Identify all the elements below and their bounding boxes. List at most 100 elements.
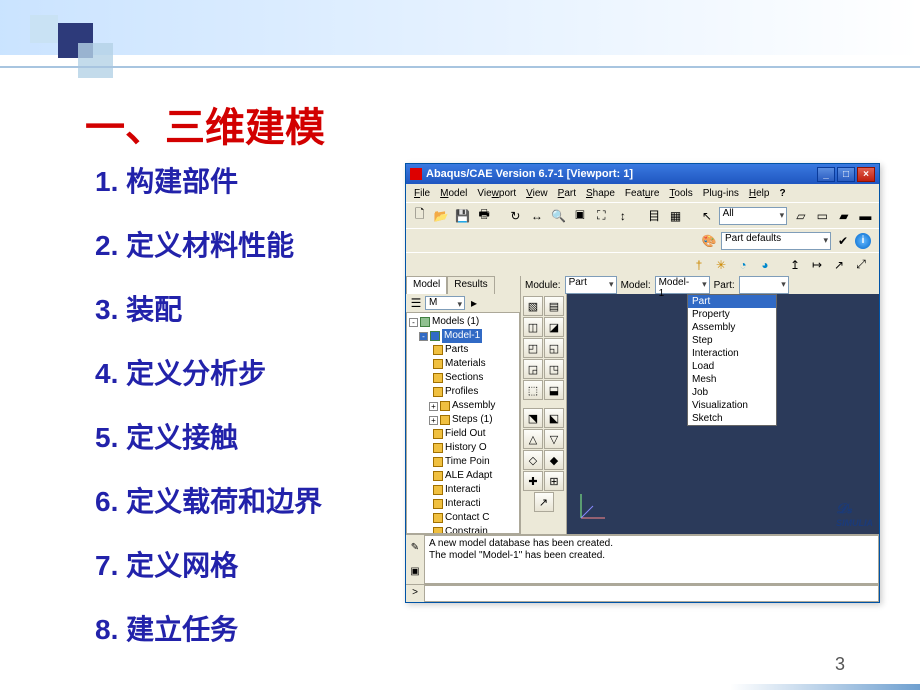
create-part-icon[interactable]: ▧ — [523, 296, 543, 316]
visibility-icon[interactable]: ◔ — [733, 255, 753, 275]
tree-item-label[interactable]: Constrain — [445, 525, 488, 534]
color-mode-select[interactable]: Part defaults — [721, 232, 831, 250]
render-shade2-icon[interactable]: ▬ — [856, 206, 875, 226]
visibility2-icon[interactable]: ◕ — [755, 255, 775, 275]
tab-results[interactable]: Results — [447, 276, 494, 294]
module-option[interactable]: Property — [688, 308, 776, 321]
tree-item-label[interactable]: Contact C — [445, 511, 489, 525]
tool-icon[interactable]: ↗ — [534, 492, 554, 512]
module-option[interactable]: Visualization — [688, 399, 776, 412]
tree-item-label[interactable]: Field Out — [445, 427, 486, 441]
zoom-icon[interactable]: 🔍 — [549, 206, 568, 226]
rotate-icon[interactable]: ↻ — [506, 206, 525, 226]
tool-icon[interactable]: ⬓ — [544, 380, 564, 400]
tree-expander[interactable]: - — [419, 332, 428, 341]
tree-root[interactable]: Models (1) — [432, 315, 479, 329]
selection-filter-select[interactable]: All — [719, 207, 788, 225]
module-option[interactable]: Step — [688, 334, 776, 347]
part-select[interactable] — [739, 276, 789, 294]
tree-item-label[interactable]: Time Poin — [445, 455, 490, 469]
command-input[interactable] — [424, 585, 879, 602]
tool-icon[interactable]: ◰ — [523, 338, 543, 358]
menu-help[interactable]: Help — [745, 187, 774, 200]
module-option[interactable]: Part — [688, 295, 776, 308]
minimize-button[interactable]: _ — [817, 167, 835, 182]
tool-icon[interactable]: △ — [523, 429, 543, 449]
tree-filter-select[interactable]: M — [425, 296, 465, 310]
tool-icon[interactable]: ⊞ — [544, 471, 564, 491]
module-option[interactable]: Job — [688, 386, 776, 399]
pan-icon[interactable]: ↔ — [527, 206, 546, 226]
axis1-icon[interactable]: ↥ — [785, 255, 805, 275]
tree-item-label[interactable]: Sections — [445, 371, 483, 385]
tool-icon[interactable]: ◳ — [544, 359, 564, 379]
menu-feature[interactable]: Feature — [621, 187, 663, 200]
tool-icon[interactable]: ◲ — [523, 359, 543, 379]
tool-icon[interactable]: ◪ — [544, 317, 564, 337]
module-dropdown-list[interactable]: Part Property Assembly Step Interaction … — [687, 294, 777, 426]
menu-tools[interactable]: Tools — [665, 187, 696, 200]
menu-plugins[interactable]: Plug-ins — [699, 187, 743, 200]
tree-item-label[interactable]: Interacti — [445, 497, 481, 511]
render-hidden-icon[interactable]: ▭ — [813, 206, 832, 226]
module-option[interactable]: Mesh — [688, 373, 776, 386]
axis2-icon[interactable]: ↦ — [807, 255, 827, 275]
color-apply-icon[interactable]: ✔ — [833, 231, 853, 251]
ref-icon[interactable]: ✳ — [711, 255, 731, 275]
zoom-box-icon[interactable]: 🞕 — [570, 206, 589, 226]
select-icon[interactable]: ↖ — [697, 206, 716, 226]
tool-icon[interactable]: ◆ — [544, 450, 564, 470]
render-shade-icon[interactable]: ▰ — [834, 206, 853, 226]
tree-expander[interactable]: + — [429, 416, 438, 425]
menu-file[interactable]: File — [410, 187, 434, 200]
info-icon[interactable]: i — [855, 233, 871, 249]
module-option[interactable]: Sketch — [688, 412, 776, 425]
perspective-icon[interactable]: 目 — [644, 206, 663, 226]
tool-icon[interactable]: ▽ — [544, 429, 564, 449]
tool-icon[interactable]: ◱ — [544, 338, 564, 358]
tool-icon[interactable]: ✚ — [523, 471, 543, 491]
module-option[interactable]: Interaction — [688, 347, 776, 360]
cycle-icon[interactable]: ↕ — [613, 206, 632, 226]
tree-item-label[interactable]: Interacti — [445, 483, 481, 497]
titlebar[interactable]: Abaqus/CAE Version 6.7-1 [Viewport: 1] _… — [406, 164, 879, 184]
color-icon[interactable]: 🎨 — [699, 231, 719, 251]
close-button[interactable]: × — [857, 167, 875, 182]
maximize-button[interactable]: □ — [837, 167, 855, 182]
message-log[interactable]: A new model database has been created. T… — [424, 535, 879, 584]
save-icon[interactable]: 💾 — [453, 206, 472, 226]
module-option[interactable]: Load — [688, 360, 776, 373]
tab-model[interactable]: Model — [406, 276, 447, 294]
menu-part[interactable]: Part — [554, 187, 580, 200]
fit-icon[interactable]: ⛶ — [592, 206, 611, 226]
tree-item-label[interactable]: Assembly — [452, 399, 495, 413]
tool-icon[interactable]: ⬚ — [523, 380, 543, 400]
axis3-icon[interactable]: ↗ — [829, 255, 849, 275]
tool-icon[interactable]: ◇ — [523, 450, 543, 470]
tree-item-label[interactable]: ALE Adapt — [445, 469, 492, 483]
menu-shape[interactable]: Shape — [582, 187, 619, 200]
tree-filter-icon[interactable]: ☰ — [409, 296, 423, 310]
new-icon[interactable]: 🗋 — [410, 206, 429, 226]
model-tree[interactable]: -Models (1) -Model-1 Parts Materials Sec… — [406, 312, 520, 534]
tree-expander[interactable]: - — [409, 318, 418, 327]
axis4-icon[interactable]: ⤢ — [851, 255, 871, 275]
datum-icon[interactable]: † — [689, 255, 709, 275]
module-select[interactable]: Part — [565, 276, 617, 294]
tree-model-name[interactable]: Model-1 — [442, 329, 482, 343]
tree-expander[interactable]: + — [429, 402, 438, 411]
view-icon[interactable]: ▦ — [666, 206, 685, 226]
render-wire-icon[interactable]: ▱ — [791, 206, 810, 226]
tree-expand-icon[interactable]: ▸ — [467, 296, 481, 310]
menu-view[interactable]: View — [522, 187, 552, 200]
tree-item-label[interactable]: History O — [445, 441, 487, 455]
print-icon[interactable]: 🖶 — [474, 206, 493, 226]
tool-icon[interactable]: ◫ — [523, 317, 543, 337]
tree-item-label[interactable]: Steps (1) — [452, 413, 493, 427]
open-icon[interactable]: 📂 — [431, 206, 450, 226]
menu-context-help[interactable]: ? — [775, 187, 789, 200]
tree-item-label[interactable]: Profiles — [445, 385, 478, 399]
tree-item-label[interactable]: Parts — [445, 343, 468, 357]
tool-icon[interactable]: ⬕ — [544, 408, 564, 428]
menu-viewport[interactable]: Viewport — [473, 187, 520, 200]
